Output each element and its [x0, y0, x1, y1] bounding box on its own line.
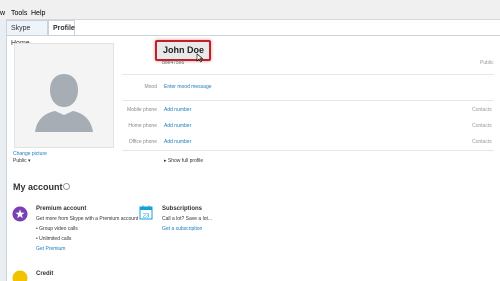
- show-full-profile-label: Show full profile: [167, 158, 204, 164]
- divider: [122, 74, 494, 75]
- avatar-placeholder-icon: [15, 44, 113, 147]
- tab-divider: [6, 35, 500, 36]
- office-add-number-link[interactable]: Add number: [164, 139, 191, 145]
- get-subscription-link[interactable]: Get a subscription: [162, 226, 202, 232]
- profile-username: doe47566: [162, 60, 185, 66]
- office-phone-label: Office phone: [128, 139, 157, 145]
- chevron-right-icon: ▸: [164, 158, 167, 164]
- divider: [122, 150, 494, 151]
- left-pane-edge[interactable]: [0, 19, 7, 281]
- divider: [122, 100, 494, 101]
- menu-bar: w Tools Help: [0, 0, 500, 20]
- premium-bullet: • Group video calls: [36, 226, 78, 232]
- credit-title: Credit: [36, 271, 54, 277]
- menu-help[interactable]: Help: [31, 10, 45, 17]
- tab-profile[interactable]: Profile: [48, 20, 75, 35]
- subscriptions-description: Call a lot? Save a lot...: [162, 216, 213, 222]
- premium-description: Get more from Skype with a Premium accou…: [36, 216, 139, 222]
- calendar-icon: 23: [139, 205, 153, 220]
- menu-tools[interactable]: Tools: [11, 10, 27, 17]
- mobile-visibility: Contacts: [472, 107, 492, 113]
- info-icon[interactable]: [63, 183, 70, 190]
- premium-star-icon: [12, 206, 28, 222]
- mood-label: Mood: [144, 84, 157, 90]
- profile-photo[interactable]: [14, 43, 114, 148]
- mood-input[interactable]: Enter mood message: [164, 84, 212, 90]
- picture-visibility-dropdown[interactable]: Public ▾: [13, 158, 31, 164]
- credit-coin-icon: [12, 270, 28, 281]
- home-add-number-link[interactable]: Add number: [164, 123, 191, 129]
- home-phone-label: Home phone: [128, 123, 157, 129]
- tab-skype-home[interactable]: Skype Home: [6, 20, 48, 47]
- home-visibility: Contacts: [472, 123, 492, 129]
- premium-bullet: • Unlimited calls: [36, 236, 72, 242]
- get-premium-link[interactable]: Get Premium: [36, 246, 65, 252]
- show-full-profile-link[interactable]: ▸ Show full profile: [164, 158, 203, 164]
- mouse-cursor-icon: [196, 53, 204, 63]
- menu-partial[interactable]: w: [0, 10, 5, 17]
- mobile-add-number-link[interactable]: Add number: [164, 107, 191, 113]
- name-visibility: Public: [480, 60, 494, 66]
- subscriptions-title: Subscriptions: [162, 206, 203, 212]
- change-picture-link[interactable]: Change picture: [13, 151, 47, 157]
- svg-text:23: 23: [143, 214, 150, 220]
- my-account-title: My account: [13, 182, 63, 192]
- premium-title: Premium account: [36, 206, 87, 212]
- tab-label: Profile: [53, 25, 75, 32]
- mobile-phone-label: Mobile phone: [126, 107, 157, 113]
- office-visibility: Contacts: [472, 139, 492, 145]
